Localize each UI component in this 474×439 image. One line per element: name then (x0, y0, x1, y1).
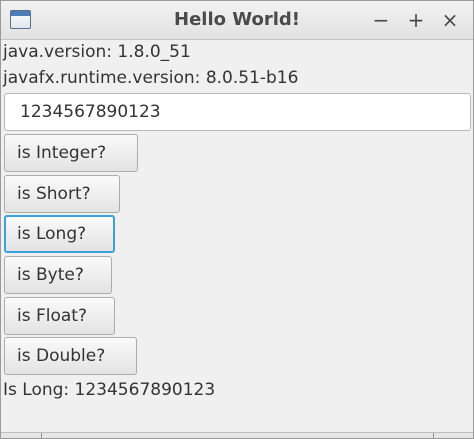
is-integer-button[interactable]: is Integer? (4, 134, 138, 172)
title-bar[interactable]: Hello World! − + × (1, 1, 473, 40)
is-float-button[interactable]: is Float? (4, 297, 115, 335)
result-label: Is Long: 1234567890123 (3, 380, 216, 400)
minimize-icon[interactable]: − (370, 9, 392, 31)
window-bottom-edge (1, 432, 473, 438)
content-pane: java.version: 1.8.0_51 javafx.runtime.ve… (1, 40, 473, 432)
maximize-icon[interactable]: + (405, 9, 427, 31)
close-icon[interactable]: × (439, 9, 461, 31)
app-window: Hello World! − + × java.version: 1.8.0_5… (0, 0, 474, 439)
number-input[interactable] (4, 93, 471, 131)
is-byte-button[interactable]: is Byte? (4, 256, 112, 294)
java-version-label: java.version: 1.8.0_51 (3, 42, 191, 62)
window-title: Hello World! (174, 9, 300, 30)
is-short-button[interactable]: is Short? (4, 175, 120, 213)
javafx-version-label: javafx.runtime.version: 8.0.51-b16 (3, 68, 299, 88)
is-double-button[interactable]: is Double? (4, 337, 137, 375)
is-long-button[interactable]: is Long? (4, 215, 115, 253)
